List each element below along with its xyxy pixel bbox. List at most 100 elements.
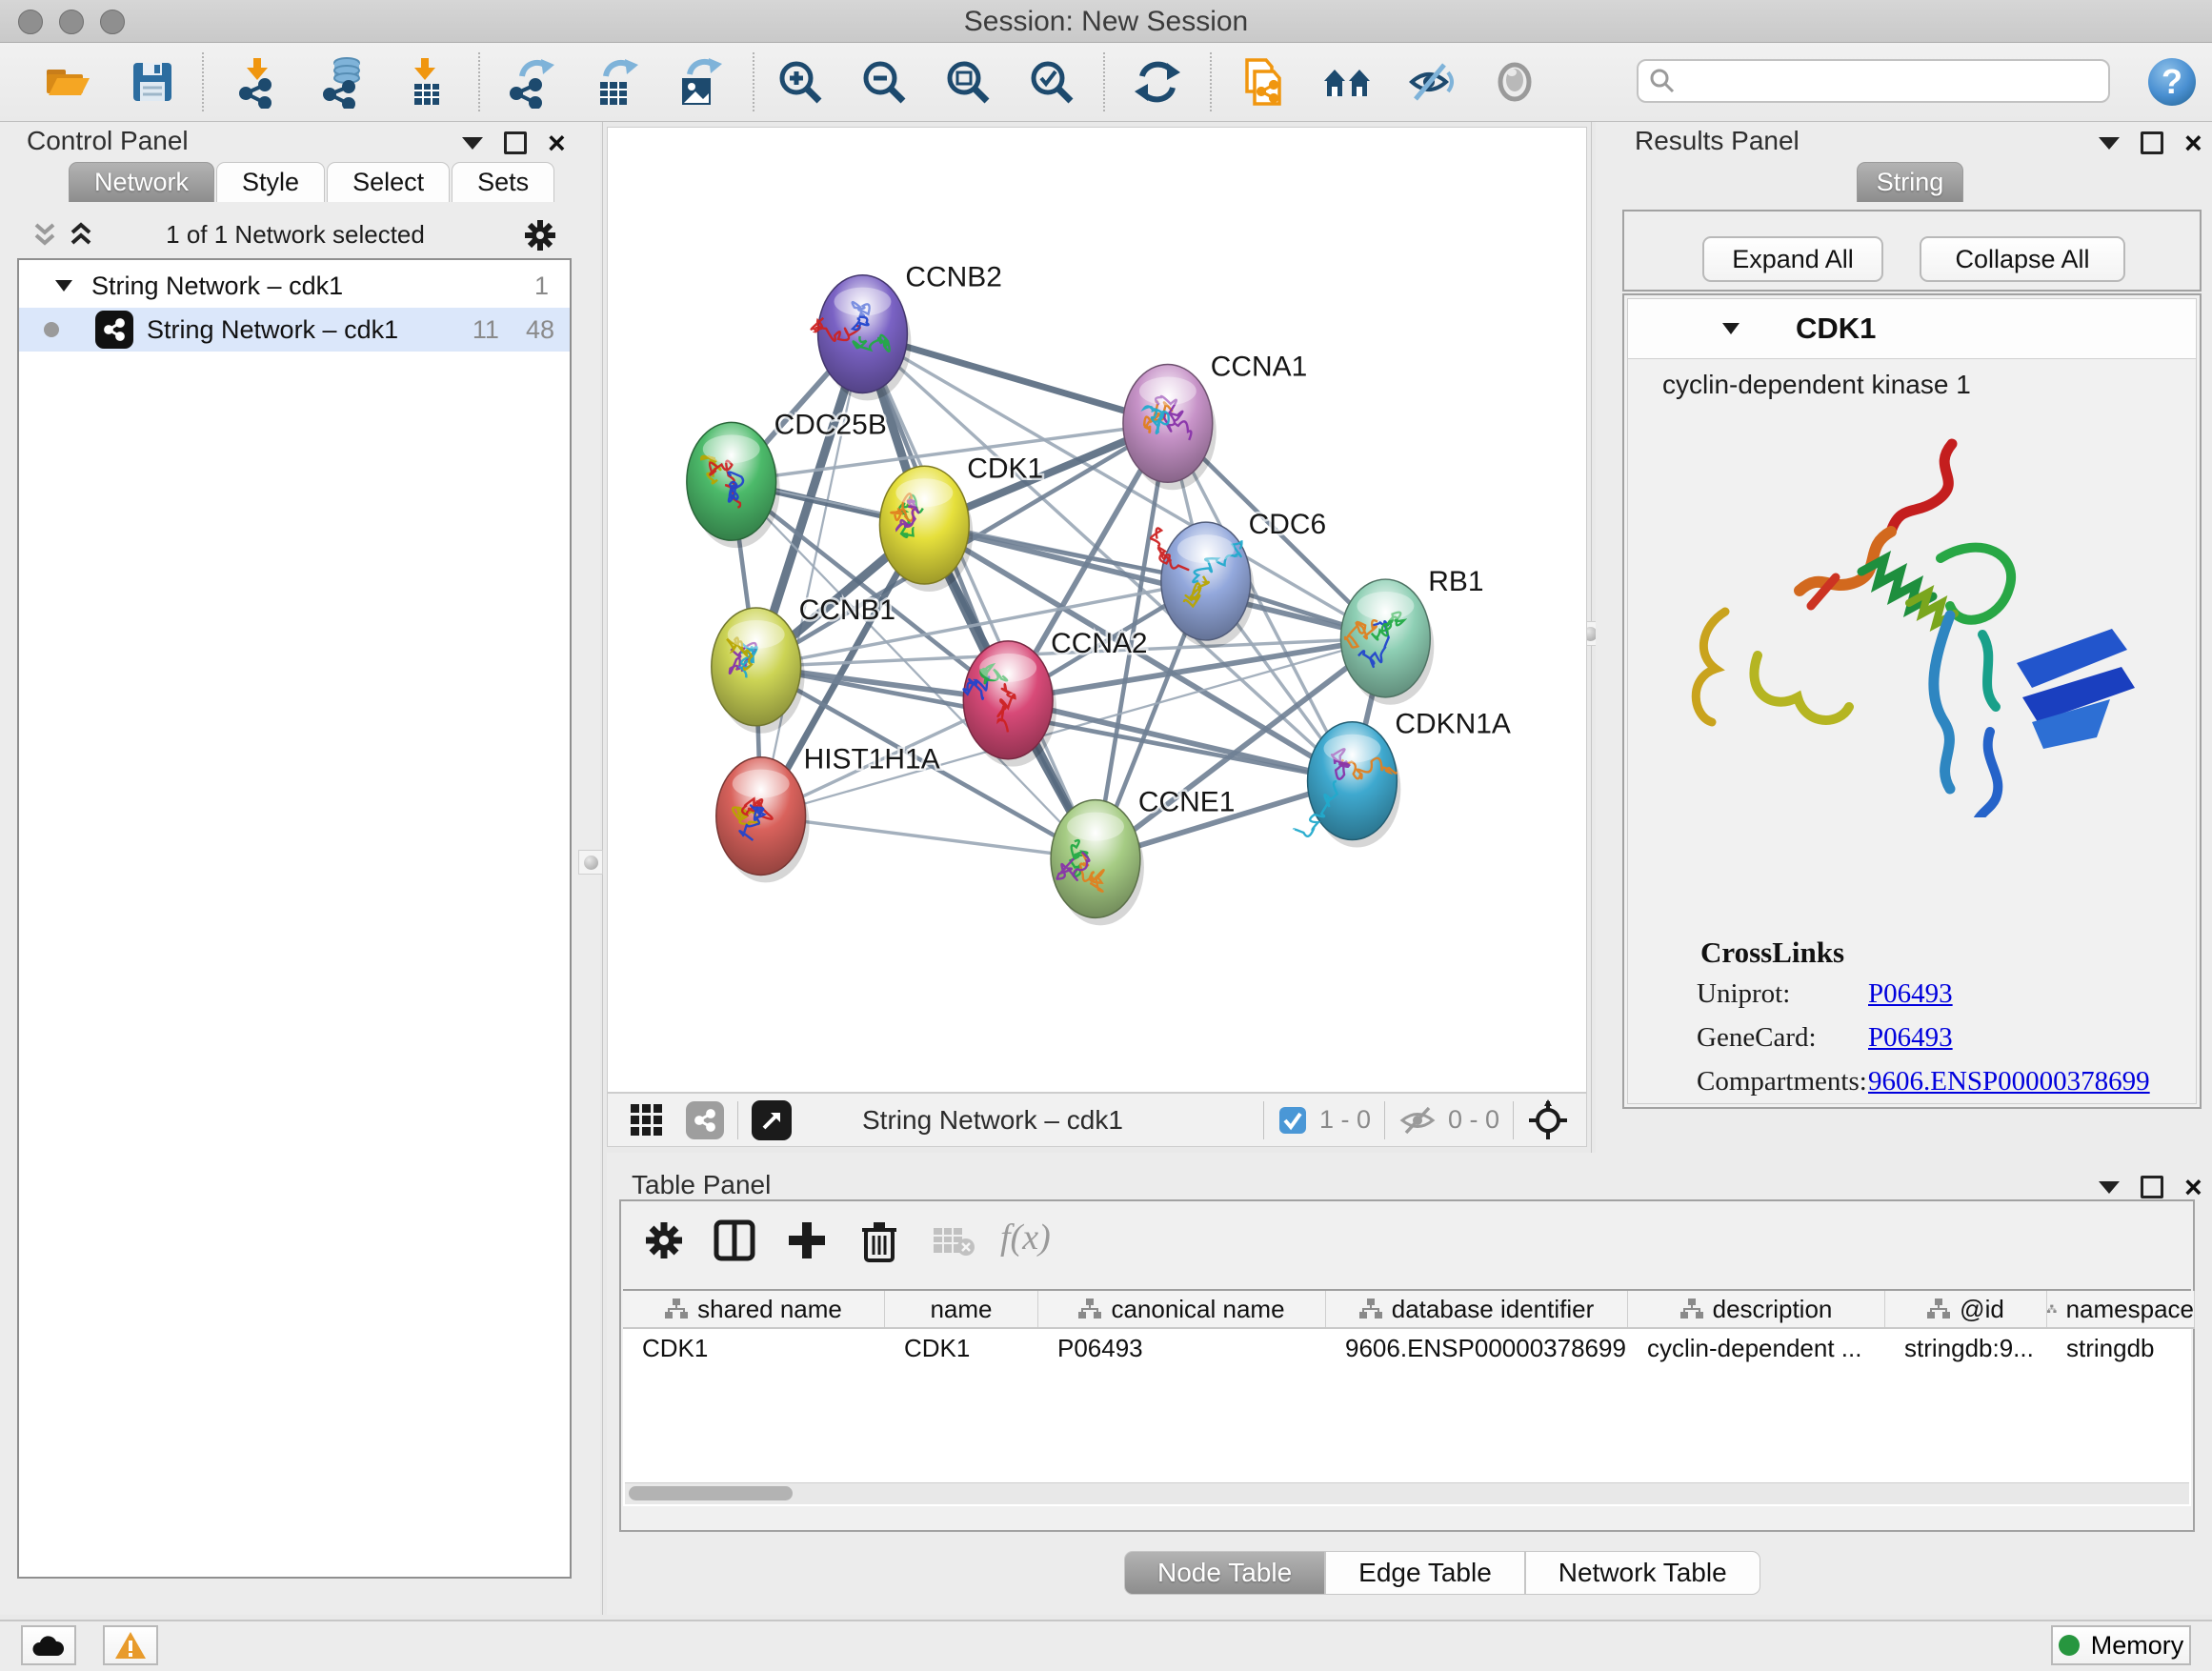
refresh-icon[interactable] bbox=[1131, 55, 1184, 109]
network-row-selected[interactable]: String Network – cdk1 11 48 bbox=[19, 308, 570, 352]
open-session-icon[interactable] bbox=[40, 55, 93, 109]
column-header-database-identifier[interactable]: database identifier bbox=[1326, 1291, 1628, 1327]
cloud-button[interactable] bbox=[21, 1625, 76, 1665]
collapse-all-button[interactable]: Collapse All bbox=[1920, 236, 2125, 282]
tab-network[interactable]: Network bbox=[69, 162, 214, 202]
network-node-hist1h1a[interactable]: HIST1H1A bbox=[716, 744, 940, 883]
table-cell[interactable]: CDK1 bbox=[885, 1329, 1038, 1367]
table-cell[interactable]: CDK1 bbox=[623, 1329, 885, 1367]
crosslink-link[interactable]: P06493 bbox=[1868, 1022, 1953, 1054]
horizontal-scrollbar[interactable] bbox=[625, 1482, 2189, 1504]
column-header-namespace[interactable]: namespace bbox=[2047, 1291, 2195, 1327]
expand-all-icon[interactable] bbox=[67, 221, 95, 250]
network-node-ccnb2[interactable]: CCNB2 bbox=[812, 262, 1002, 401]
column-header-canonical-name[interactable]: canonical name bbox=[1038, 1291, 1326, 1327]
column-header-description[interactable]: description bbox=[1628, 1291, 1885, 1327]
table-data-row[interactable]: CDK1CDK1P064939606.ENSP00000378699cyclin… bbox=[623, 1329, 2195, 1367]
tab-string[interactable]: String bbox=[1857, 162, 1963, 202]
tab-style[interactable]: Style bbox=[216, 162, 325, 202]
selected-checkbox-icon[interactable] bbox=[1277, 1105, 1308, 1136]
tab-select[interactable]: Select bbox=[327, 162, 450, 202]
import-network-icon[interactable] bbox=[231, 55, 284, 109]
export-table-icon[interactable] bbox=[587, 55, 640, 109]
protein-structure-image bbox=[1666, 417, 2162, 817]
fit-selected-crosshair-icon[interactable] bbox=[1527, 1099, 1569, 1141]
crosslink-link[interactable]: P06493 bbox=[1868, 978, 1953, 1010]
warnings-button[interactable] bbox=[103, 1625, 158, 1665]
show-columns-icon[interactable] bbox=[713, 1218, 756, 1262]
help-icon[interactable]: ? bbox=[2145, 55, 2199, 109]
add-column-icon[interactable] bbox=[785, 1218, 829, 1262]
memory-button[interactable]: Memory bbox=[2051, 1625, 2191, 1665]
panel-menu-icon[interactable] bbox=[2099, 137, 2120, 150]
table-cell[interactable]: stringdb:9... bbox=[1885, 1329, 2047, 1367]
left-splitter-handle[interactable] bbox=[578, 850, 603, 875]
zoom-out-icon[interactable] bbox=[857, 55, 911, 109]
export-network-icon[interactable] bbox=[503, 55, 556, 109]
tab-edge-table[interactable]: Edge Table bbox=[1325, 1551, 1525, 1595]
zoom-selected-icon[interactable] bbox=[1025, 55, 1078, 109]
window-title: Session: New Session bbox=[0, 6, 2212, 38]
houses-icon[interactable] bbox=[1320, 55, 1374, 109]
node-count: 11 bbox=[473, 315, 499, 345]
table-cell[interactable]: stringdb bbox=[2047, 1329, 2195, 1367]
network-edge[interactable] bbox=[761, 816, 1096, 859]
delete-column-trash-icon[interactable] bbox=[857, 1218, 901, 1262]
panel-float-icon[interactable] bbox=[504, 131, 527, 154]
clone-network-icon[interactable] bbox=[1236, 55, 1289, 109]
tab-network-table[interactable]: Network Table bbox=[1525, 1551, 1760, 1595]
tab-sets[interactable]: Sets bbox=[452, 162, 554, 202]
network-node-cdk1[interactable]: CDK1 bbox=[879, 453, 1043, 592]
section-expander-icon[interactable] bbox=[1719, 317, 1742, 340]
panel-float-icon[interactable] bbox=[2141, 1176, 2163, 1198]
show-hide-graphics-icon[interactable] bbox=[1404, 55, 1458, 109]
table-cell[interactable]: cyclin-dependent ... bbox=[1628, 1329, 1885, 1367]
zoom-fit-icon[interactable] bbox=[941, 55, 995, 109]
table-cell[interactable]: 9606.ENSP00000378699 bbox=[1326, 1329, 1628, 1367]
export-image-icon[interactable] bbox=[671, 55, 724, 109]
network-edge[interactable] bbox=[862, 334, 1096, 859]
import-database-icon[interactable] bbox=[314, 55, 368, 109]
network-canvas-svg: CCNB2CCNA1CDC25BCDK1CDC6RB1CCNB1CCNA2CDK… bbox=[608, 128, 1586, 1092]
scrollbar-thumb[interactable] bbox=[629, 1486, 793, 1500]
tree-expander-icon[interactable] bbox=[53, 275, 74, 296]
column-header-name[interactable]: name bbox=[885, 1291, 1038, 1327]
panel-float-icon[interactable] bbox=[2141, 131, 2163, 154]
protein-name: CDK1 bbox=[1796, 312, 1876, 346]
network-view[interactable]: CCNB2CCNA1CDC25BCDK1CDC6RB1CCNB1CCNA2CDK… bbox=[607, 127, 1587, 1093]
hidden-eye-icon[interactable] bbox=[1398, 1104, 1437, 1137]
column-label: @id bbox=[1960, 1295, 2004, 1324]
import-table-icon[interactable] bbox=[398, 55, 452, 109]
network-node-ccnb1[interactable]: CCNB1 bbox=[712, 594, 895, 734]
network-node-cdc6[interactable]: CDC6 bbox=[1151, 509, 1326, 648]
panel-close-icon[interactable]: × bbox=[548, 133, 566, 152]
grid-view-icon[interactable] bbox=[629, 1102, 665, 1138]
crosslink-link[interactable]: 9606.ENSP00000378699 bbox=[1868, 1066, 2150, 1097]
protein-section-header[interactable]: CDK1 bbox=[1628, 299, 2196, 359]
birds-eye-view-icon[interactable] bbox=[752, 1100, 792, 1140]
column-header-@id[interactable]: @id bbox=[1885, 1291, 2047, 1327]
network-view-mode-icon[interactable] bbox=[686, 1101, 724, 1139]
search-input[interactable] bbox=[1677, 66, 2081, 97]
table-cell[interactable]: P06493 bbox=[1038, 1329, 1326, 1367]
expand-all-button[interactable]: Expand All bbox=[1702, 236, 1883, 282]
network-type-icon bbox=[95, 311, 133, 349]
toolbar-separator bbox=[478, 52, 480, 111]
network-node-ccne1[interactable]: CCNE1 bbox=[1051, 787, 1235, 926]
network-node-ccna2[interactable]: CCNA2 bbox=[963, 628, 1147, 767]
zoom-in-icon[interactable] bbox=[774, 55, 827, 109]
panel-close-icon[interactable]: × bbox=[2184, 1178, 2202, 1197]
tab-node-table[interactable]: Node Table bbox=[1124, 1551, 1325, 1595]
column-header-shared-name[interactable]: shared name bbox=[623, 1291, 885, 1327]
panel-menu-icon[interactable] bbox=[2099, 1181, 2120, 1194]
save-session-icon[interactable] bbox=[126, 55, 179, 109]
panel-menu-icon[interactable] bbox=[462, 137, 483, 150]
table-settings-gear-icon[interactable] bbox=[642, 1218, 686, 1262]
gear-icon[interactable] bbox=[522, 217, 558, 253]
collection-label: String Network – cdk1 bbox=[91, 272, 343, 301]
network-node-rb1[interactable]: RB1 bbox=[1340, 566, 1483, 705]
collapse-all-icon[interactable] bbox=[30, 221, 59, 250]
network-collection-row[interactable]: String Network – cdk1 1 bbox=[19, 264, 570, 308]
inactive-eye-icon[interactable] bbox=[1488, 55, 1541, 109]
panel-close-icon[interactable]: × bbox=[2184, 133, 2202, 152]
